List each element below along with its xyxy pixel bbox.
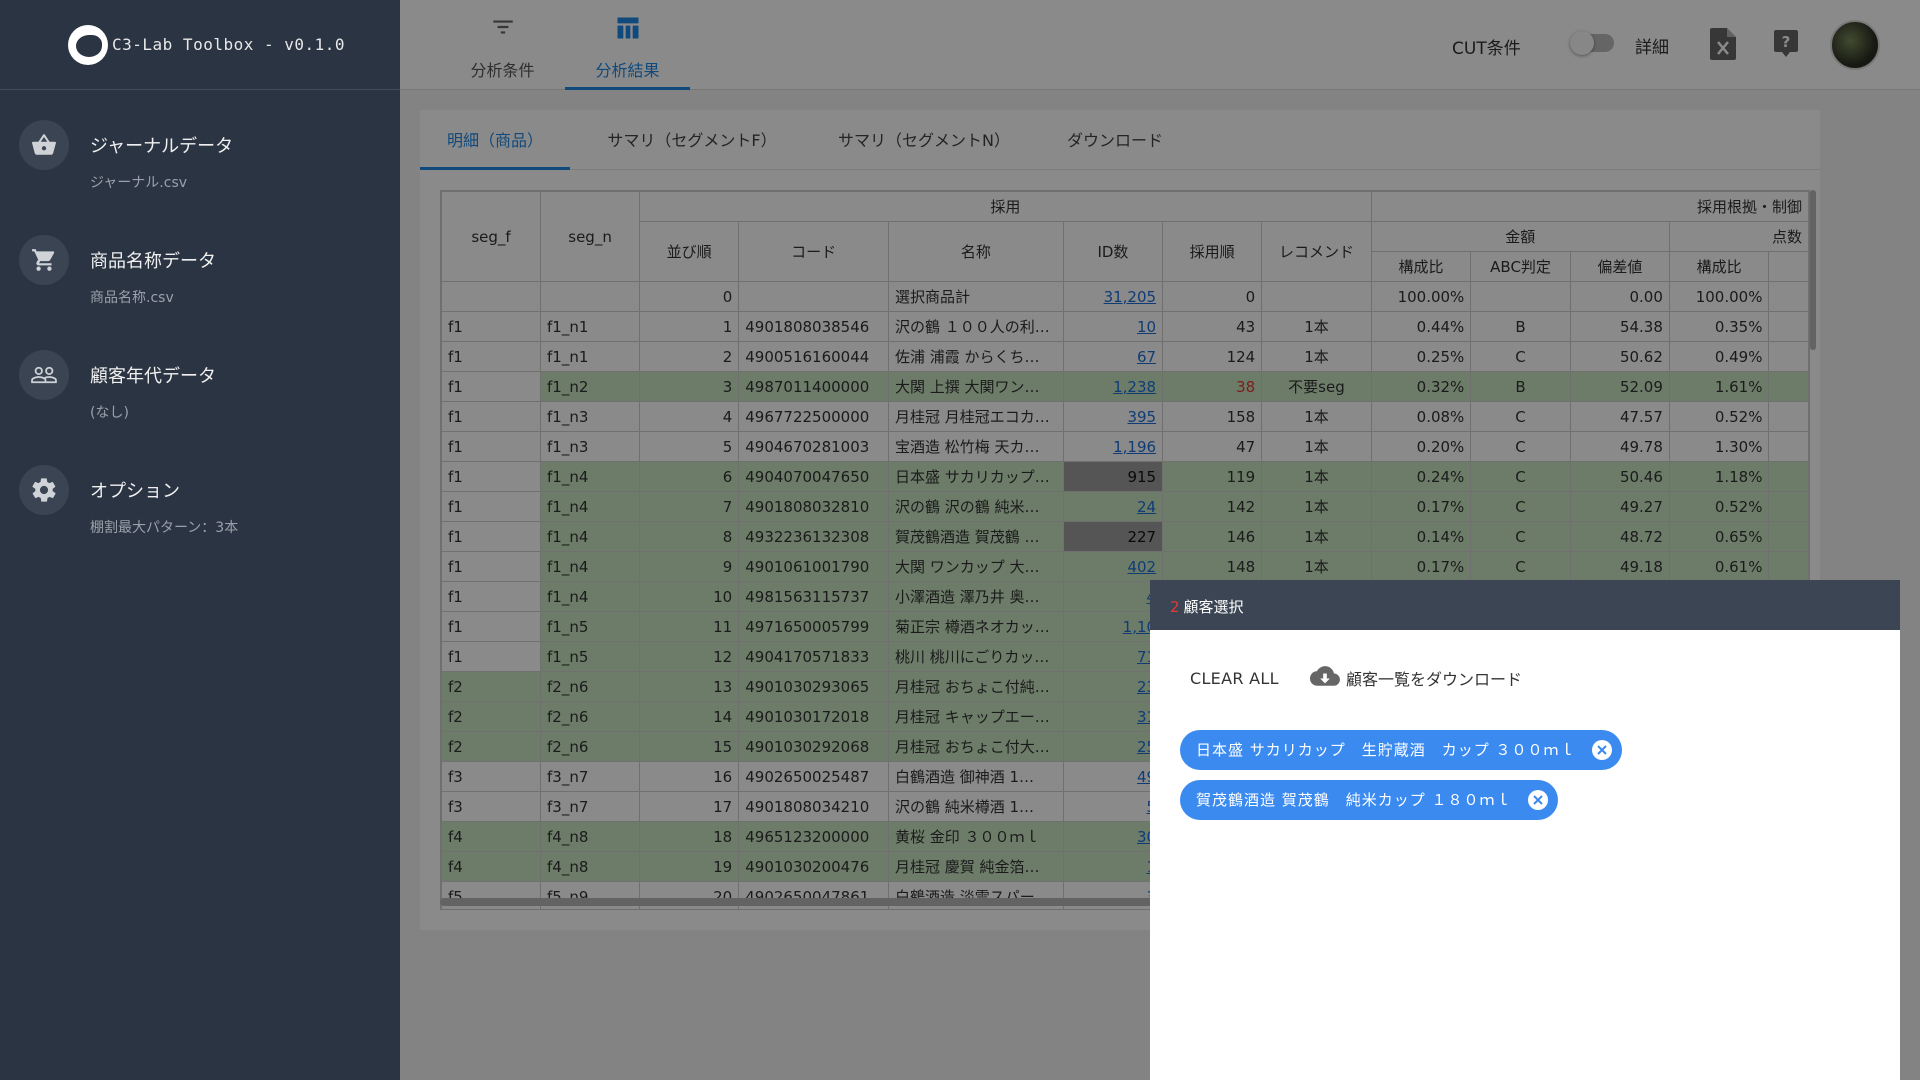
sidebar-item-options[interactable]: オプション 棚割最大パターン：3本 <box>0 465 400 565</box>
chip-label: 日本盛 サカリカップ 生貯蔵酒 カップ ３００ｍｌ <box>1196 741 1576 759</box>
sidebar-item-sub: (なし) <box>90 405 129 421</box>
close-icon[interactable] <box>1591 740 1612 760</box>
sidebar-item-title: 顧客年代データ <box>90 366 216 387</box>
app-logo <box>68 24 108 65</box>
people-icon <box>19 350 69 400</box>
sidebar-item-title: 商品名称データ <box>90 251 216 272</box>
cart-icon <box>19 235 69 285</box>
dialog-header: 2 顧客選択 <box>1150 580 1900 630</box>
brand: C3-Lab Toolbox - v0.1.0 <box>0 0 400 90</box>
download-label: 顧客一覧をダウンロード <box>1346 670 1523 689</box>
sidebar-item-title: オプション <box>90 481 180 502</box>
sidebar-item-title: ジャーナルデータ <box>90 136 234 157</box>
sidebar-item-journal[interactable]: ジャーナルデータ ジャーナル.csv <box>0 120 400 220</box>
basket-icon <box>19 120 69 170</box>
download-customer-list-button[interactable]: 顧客一覧をダウンロード <box>1309 665 1523 691</box>
gear-icon <box>19 465 69 515</box>
chip-label: 賀茂鶴酒造 賀茂鶴 純米カップ １８０ｍｌ <box>1196 791 1512 809</box>
sidebar-item-customer-age[interactable]: 顧客年代データ (なし) <box>0 350 400 450</box>
selection-count: 2 <box>1170 598 1180 616</box>
sidebar-item-sub: 棚割最大パターン：3本 <box>90 520 239 536</box>
sidebar-item-product-names[interactable]: 商品名称データ 商品名称.csv <box>0 235 400 335</box>
sidebar-item-sub: 商品名称.csv <box>90 290 174 306</box>
customer-selection-dialog: 2 顧客選択 CLEAR ALL 顧客一覧をダウンロード 日本盛 サカリカップ 生… <box>1150 580 1900 1080</box>
selected-product-chip: 賀茂鶴酒造 賀茂鶴 純米カップ １８０ｍｌ <box>1180 780 1558 820</box>
cloud-download-icon <box>1309 665 1340 691</box>
app-title: C3-Lab Toolbox - v0.1.0 <box>112 35 346 54</box>
clear-all-button[interactable]: CLEAR ALL <box>1190 669 1279 688</box>
dialog-title: 2 顧客選択 <box>1170 596 1244 617</box>
sidebar: C3-Lab Toolbox - v0.1.0 ジャーナルデータ ジャーナル.c… <box>0 0 400 1080</box>
close-icon[interactable] <box>1527 790 1548 810</box>
selected-product-chip: 日本盛 サカリカップ 生貯蔵酒 カップ ３００ｍｌ <box>1180 730 1622 770</box>
sidebar-item-sub: ジャーナル.csv <box>90 175 188 191</box>
dialog-title-text: 顧客選択 <box>1183 598 1244 616</box>
